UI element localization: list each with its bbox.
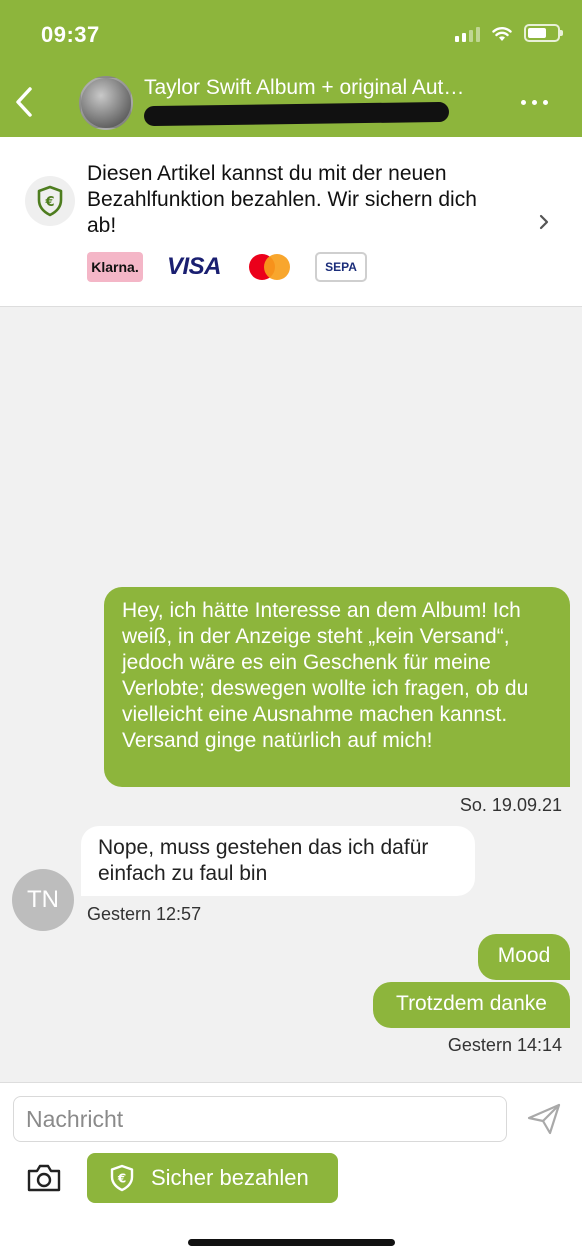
- more-horizontal-icon[interactable]: [521, 100, 548, 105]
- message-timestamp: So. 19.09.21: [459, 795, 562, 815]
- svg-text:€: €: [117, 1172, 126, 1186]
- chevron-right-icon[interactable]: [537, 212, 551, 232]
- message-bubble-outgoing[interactable]: Trotzdem danke: [373, 982, 570, 1028]
- message-timestamp: Gestern 12:57: [87, 904, 202, 924]
- visa-logo: VISA: [167, 253, 222, 280]
- euro-shield-icon: €: [110, 1164, 134, 1192]
- chat-title[interactable]: Taylor Swift Album + original Aut…: [144, 76, 504, 100]
- send-icon[interactable]: [526, 1102, 562, 1136]
- status-icons: [455, 24, 563, 42]
- battery-icon: [524, 24, 563, 42]
- euro-shield-icon: €: [25, 176, 75, 226]
- message-input[interactable]: [13, 1096, 507, 1142]
- secure-pay-button[interactable]: € Sicher bezahlen: [87, 1153, 338, 1203]
- payment-method-logos: Klarna. VISA SEPA: [87, 252, 367, 282]
- mastercard-logo: [249, 254, 291, 280]
- redacted-subtitle: [143, 101, 450, 127]
- cellular-signal-icon: [455, 27, 480, 42]
- wifi-icon: [492, 27, 512, 41]
- payment-banner-text: Diesen Artikel kannst du mit der neuen B…: [87, 162, 477, 237]
- message-bubble-outgoing[interactable]: Mood: [478, 934, 570, 980]
- message-bubble-outgoing[interactable]: Hey, ich hätte Interesse an dem Album! I…: [104, 587, 570, 787]
- status-time: 09:37: [41, 22, 100, 47]
- chevron-left-icon[interactable]: [10, 84, 38, 120]
- svg-text:€: €: [44, 195, 54, 210]
- product-image-avatar[interactable]: [79, 76, 133, 130]
- sepa-logo: SEPA: [315, 252, 367, 282]
- chat-header: 09:37 Taylor Swift Album + original Aut…: [0, 0, 582, 137]
- home-indicator: [188, 1239, 395, 1246]
- sender-avatar[interactable]: TN: [12, 869, 74, 931]
- message-timestamp: Gestern 14:14: [447, 1035, 562, 1055]
- message-bubble-incoming[interactable]: Nope, muss gestehen das ich dafür einfac…: [81, 826, 475, 896]
- secure-pay-label: Sicher bezahlen: [151, 1165, 309, 1190]
- klarna-logo: Klarna.: [87, 252, 143, 282]
- camera-icon[interactable]: [26, 1162, 62, 1194]
